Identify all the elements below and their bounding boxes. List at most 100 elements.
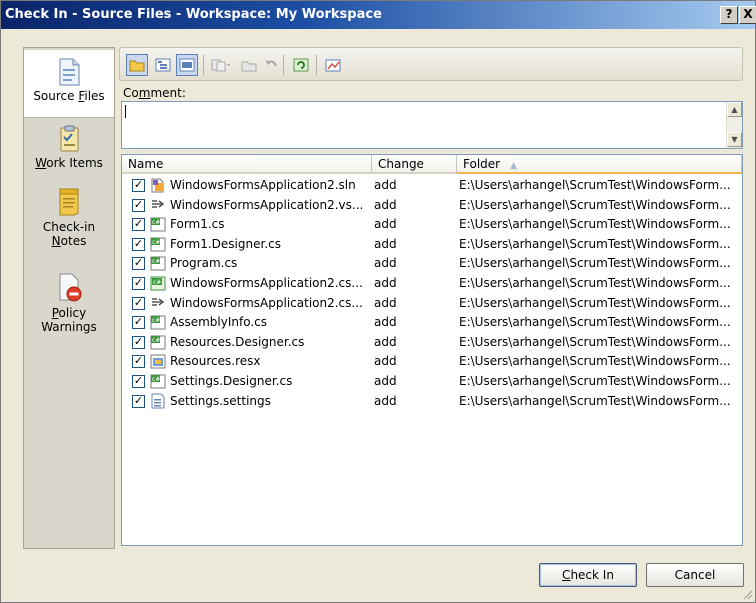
comment-label: Comment:: [123, 86, 186, 100]
row-change-type: add: [374, 178, 397, 192]
tree-view-icon: [155, 58, 171, 72]
table-row[interactable]: ✓ WindowsFormsApplication2.sln add E:\Users…: [122, 176, 742, 195]
comment-input[interactable]: ▲ ▼: [121, 101, 743, 149]
shelve-button[interactable]: [322, 54, 344, 76]
list-view-button[interactable]: [176, 54, 198, 76]
table-row[interactable]: ✓ c# Resources.Designer.cs add E:\Users\arha…: [122, 333, 742, 352]
table-row[interactable]: ✓ c# WindowsFormsApplication2.cs... add E:\U…: [122, 274, 742, 293]
refresh-button[interactable]: [290, 54, 312, 76]
title-bar[interactable]: Check In - Source Files - Workspace: My …: [1, 1, 756, 29]
row-checkbox[interactable]: ✓: [132, 375, 145, 388]
row-checkbox[interactable]: ✓: [132, 198, 145, 212]
row-checkbox[interactable]: ✓: [132, 335, 145, 349]
csharp-file-icon: c#: [150, 217, 166, 232]
scroll-down-icon[interactable]: ▼: [727, 132, 742, 147]
row-checkbox[interactable]: ✓: [132, 296, 145, 310]
column-header-name[interactable]: Name: [122, 155, 372, 174]
row-file-name: WindowsFormsApplication2.sln: [170, 178, 356, 192]
row-change-type: add: [374, 315, 397, 330]
row-file-name: AssemblyInfo.cs: [170, 315, 268, 330]
row-checkbox[interactable]: ✓: [132, 394, 145, 408]
row-change-type: add: [374, 393, 397, 408]
sidebar-label-notes-post: otes: [60, 234, 87, 248]
svg-text:c#: c#: [152, 239, 160, 246]
open-folder-icon: [241, 61, 257, 72]
svg-text:c#: c#: [152, 219, 160, 226]
sort-ascending-icon: ▲: [510, 161, 518, 171]
sidebar-item-checkin-notes[interactable]: Check-in Notes: [24, 186, 114, 266]
compare-button[interactable]: [210, 54, 232, 76]
sidebar-item-source-files[interactable]: Source Files: [24, 50, 114, 118]
csharp-file-icon: c#: [150, 335, 166, 350]
compare-icon: [211, 59, 230, 72]
comment-label-key: m: [138, 86, 151, 100]
row-folder-path: E:\Users\arhangel\ScrumTest\WindowsForm.…: [459, 315, 731, 330]
column-header-folder[interactable]: Folder ▲: [457, 155, 742, 174]
undo-button[interactable]: [260, 54, 282, 76]
row-file-name: Settings.settings: [170, 393, 271, 408]
table-row[interactable]: ✓ c# Program.cs add E:\Users\arhangel\ScrumT…: [122, 254, 742, 273]
row-folder-path: E:\Users\arhangel\ScrumTest\WindowsForm.…: [459, 197, 731, 212]
row-file-name: WindowsFormsApplication2.vs...: [170, 197, 364, 212]
pending-changes-list: Name Change Folder ▲ ✓ WindowsFormsApplica…: [121, 154, 743, 546]
resx-file-icon: [150, 354, 166, 369]
table-row[interactable]: ✓ WindowsFormsApplication2.vs... add E:\Use…: [122, 196, 742, 215]
row-change-type: add: [374, 236, 397, 251]
shelve-icon: [325, 59, 341, 72]
row-checkbox[interactable]: ✓: [132, 179, 145, 192]
check-in-label: heck In: [570, 568, 614, 582]
row-file-name: Resources.resx: [170, 354, 261, 369]
comment-label-pre: Co: [123, 86, 139, 100]
window-title: Check In - Source Files - Workspace: My …: [5, 7, 382, 22]
list-view-icon: [179, 58, 195, 72]
row-folder-path: E:\Users\arhangel\ScrumTest\WindowsForm.…: [459, 334, 731, 349]
row-file-name: Resources.Designer.cs: [170, 334, 305, 349]
check-in-button[interactable]: Check In: [539, 563, 637, 587]
text-caret: [125, 105, 126, 118]
row-change-type: add: [374, 217, 397, 232]
help-button[interactable]: ?: [720, 6, 738, 24]
row-file-name: WindowsFormsApplication2.cs...: [170, 295, 363, 310]
table-row[interactable]: ✓ WindowsFormsApplication2.cs... add E:\Use…: [122, 294, 742, 313]
column-header-change[interactable]: Change: [372, 155, 457, 174]
settings-file-icon: [151, 393, 165, 409]
sidebar-label-source-pre: Source: [33, 89, 79, 103]
comment-scrollbar[interactable]: ▲ ▼: [726, 102, 742, 148]
row-checkbox[interactable]: ✓: [132, 277, 145, 290]
close-button[interactable]: X: [739, 6, 756, 24]
svg-text:c#: c#: [152, 376, 160, 383]
row-change-type: add: [374, 334, 397, 349]
row-checkbox[interactable]: ✓: [132, 316, 145, 330]
sidebar-item-work-items[interactable]: Work Items: [24, 122, 114, 182]
open-button[interactable]: [238, 54, 260, 76]
resize-grip-icon[interactable]: [741, 588, 753, 600]
sidebar-item-policy-warnings[interactable]: Policy Warnings: [24, 272, 114, 352]
row-folder-path: E:\Users\arhangel\ScrumTest\WindowsForm.…: [459, 354, 731, 369]
table-row[interactable]: ✓ Resources.resx add E:\Users\arhangel\Scru…: [122, 352, 742, 371]
row-folder-path: E:\Users\arhangel\ScrumTest\WindowsForm.…: [459, 295, 731, 310]
sidebar-label-notes-key: N: [51, 234, 61, 248]
scroll-up-icon[interactable]: ▲: [727, 102, 742, 117]
table-row[interactable]: ✓ c# Form1.cs add E:\Users\arhangel\ScrumTes…: [122, 215, 742, 234]
column-change-label: Change: [378, 157, 424, 171]
undo-icon: [265, 60, 277, 67]
tree-view-button[interactable]: [152, 54, 174, 76]
table-row[interactable]: ✓ c# AssemblyInfo.cs add E:\Users\arhangel\S…: [122, 313, 742, 332]
row-checkbox[interactable]: ✓: [132, 257, 145, 271]
sidebar-label-warnings: Warnings: [41, 320, 97, 334]
row-change-type: add: [374, 276, 397, 290]
table-row[interactable]: ✓ c# Form1.Designer.cs add E:\Users\arhangel…: [122, 235, 742, 254]
row-checkbox[interactable]: ✓: [132, 355, 145, 369]
cancel-button[interactable]: Cancel: [646, 563, 744, 587]
comment-label-post: ment:: [150, 86, 186, 100]
row-file-name: Settings.Designer.cs: [170, 374, 293, 388]
svg-text:c#: c#: [153, 279, 161, 286]
table-row[interactable]: ✓ c# Settings.Designer.cs add E:\Users\arhan…: [122, 372, 742, 391]
row-checkbox[interactable]: ✓: [132, 237, 145, 251]
flat-view-button[interactable]: [126, 54, 148, 76]
row-checkbox[interactable]: ✓: [132, 218, 145, 232]
csharp-file-icon: c#: [150, 374, 166, 389]
row-folder-path: E:\Users\arhangel\ScrumTest\WindowsForm.…: [459, 256, 731, 271]
row-folder-path: E:\Users\arhangel\ScrumTest\WindowsForm.…: [459, 217, 731, 232]
table-row[interactable]: ✓ Settings.settings add E:\Users\arhangel\S…: [122, 392, 742, 411]
